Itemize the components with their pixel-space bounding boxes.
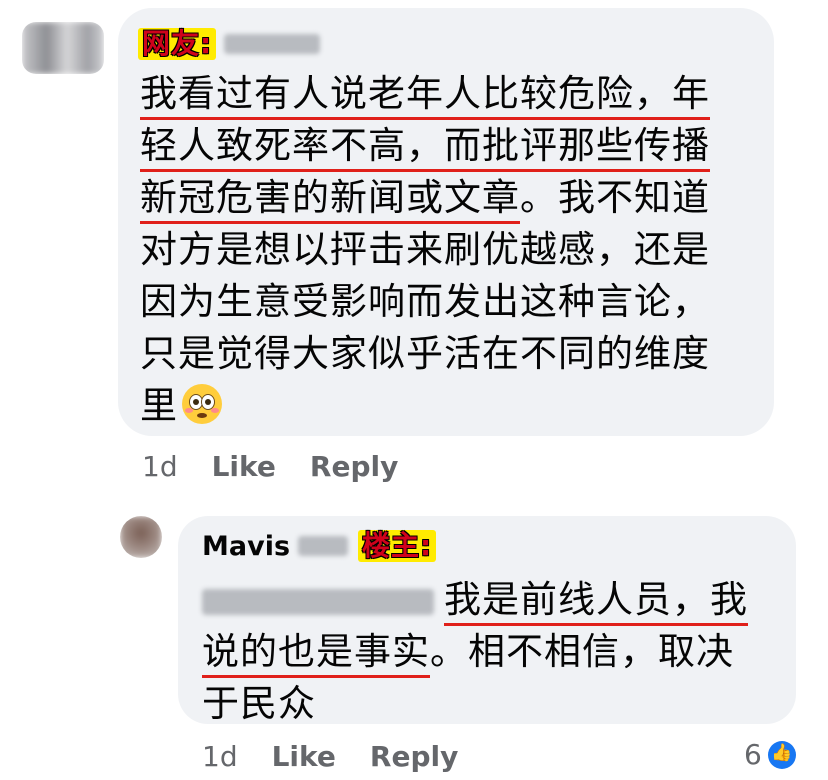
text: 只是觉得大家似乎活在不同的维度 [140, 332, 710, 375]
underlined-text: 新冠危害的新闻或文章 [140, 176, 520, 224]
underlined-text: 轻人致死率不高，而批评那些传播 [140, 124, 710, 172]
blurred-username[interactable] [224, 34, 321, 54]
avatar[interactable] [120, 516, 162, 558]
reaction-count[interactable]: 6 👍 [744, 738, 796, 771]
like-button[interactable]: Like [272, 740, 336, 773]
tag-label: 楼主: [358, 530, 437, 562]
avatar[interactable] [22, 22, 104, 74]
like-count: 6 [744, 738, 762, 771]
tag-label: 网友: [138, 28, 217, 60]
blurred-mention[interactable] [202, 588, 434, 615]
flushed-face-emoji [182, 383, 222, 424]
timestamp[interactable]: 1d [142, 450, 178, 483]
comment-actions: 1d Like Reply [202, 740, 492, 773]
reply-button[interactable]: Reply [310, 450, 398, 483]
reply-button[interactable]: Reply [370, 740, 458, 773]
text: 于民众 [202, 682, 316, 725]
author-name[interactable]: Mavis [202, 531, 290, 562]
text: 。我不知道 [520, 176, 710, 219]
comment-text: 我看过有人说老年人比较危险，年 轻人致死率不高，而批评那些传播 新冠危害的新闻或… [140, 68, 710, 432]
like-button[interactable]: Like [212, 450, 276, 483]
comment-author[interactable]: 网友: [138, 28, 321, 60]
text: 。相不相信，取决 [430, 630, 734, 673]
underlined-text: 我是前线人员，我 [444, 578, 748, 626]
blurred-username[interactable] [298, 536, 349, 556]
underlined-text: 说的也是事实 [202, 630, 430, 678]
text: 因为生意受影响而发出这种言论， [140, 280, 710, 323]
underlined-text: 我看过有人说老年人比较危险，年 [140, 72, 710, 120]
text: 里 [140, 384, 178, 427]
comment-author[interactable]: Mavis 楼主: [202, 530, 437, 562]
reply-text: 我是前线人员，我 说的也是事实。相不相信，取决 于民众 [202, 574, 748, 730]
timestamp[interactable]: 1d [202, 740, 238, 773]
thumbs-up-icon: 👍 [767, 740, 796, 769]
comment-actions: 1d Like Reply [142, 450, 432, 483]
text: 对方是想以抨击来刷优越感，还是 [140, 228, 710, 271]
